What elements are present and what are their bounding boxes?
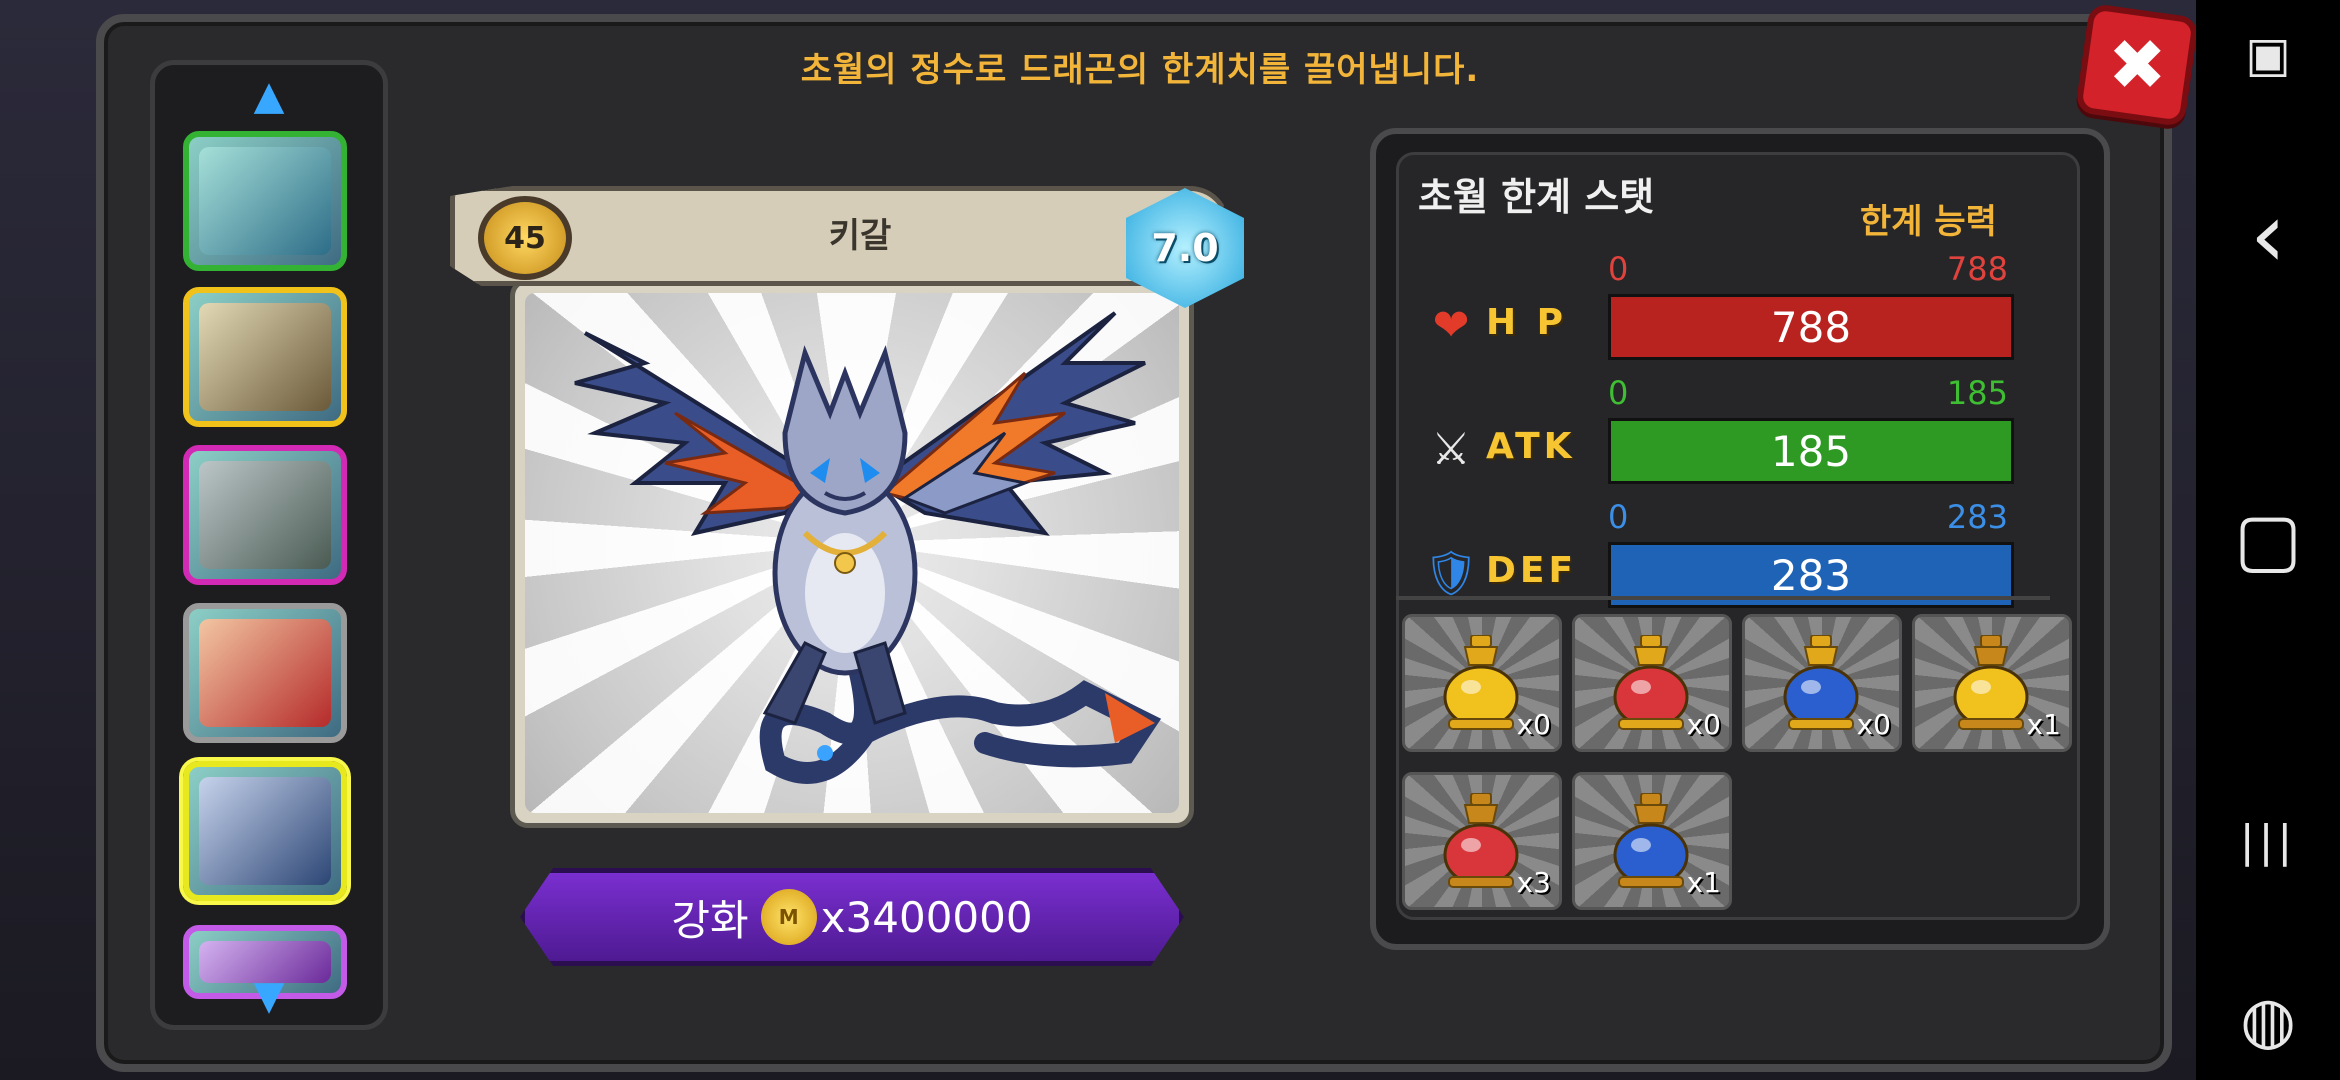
essence-item[interactable]: x1 [1572, 772, 1732, 910]
game-launcher-icon[interactable]: ◍ [2196, 976, 2340, 1066]
essence-item[interactable]: x0 [1742, 614, 1902, 752]
stat-value: 185 [1770, 426, 1852, 476]
upgrade-label: 강화 [671, 895, 749, 945]
back-icon[interactable]: ‹ [2196, 183, 2340, 288]
stats-subtitle: 한계 능력 [1860, 202, 1997, 242]
level-badge: 45 [478, 196, 572, 280]
item-count: x0 [1516, 708, 1551, 741]
dragon-list[interactable]: ▲ ▼ [150, 60, 388, 1030]
close-icon: ✖ [2107, 24, 2167, 106]
item-count: x1 [1686, 866, 1721, 899]
essence-item[interactable]: x1 [1912, 614, 2072, 752]
item-count: x3 [1516, 866, 1551, 899]
items-divider [1396, 596, 2050, 600]
potion-icon [1443, 635, 1519, 730]
stat-value: 283 [1770, 550, 1852, 600]
potion-icon [1443, 793, 1519, 888]
shield-icon: 🛡 [1423, 548, 1479, 599]
dragon-thumbnail[interactable] [183, 603, 347, 743]
item-count: x1 [2026, 708, 2061, 741]
stat-label: DEF [1486, 550, 1578, 591]
stat-label: ATK [1486, 426, 1576, 467]
item-count: x0 [1686, 708, 1721, 741]
stat-min: 0 [1608, 498, 1629, 536]
dragon-image [574, 311, 1162, 784]
dragon-thumbnail[interactable] [183, 131, 347, 271]
dragon-thumbnail[interactable] [183, 761, 347, 901]
dragon-name: 키갈 [828, 216, 892, 256]
dragon-card [510, 278, 1194, 828]
upgrade-button[interactable]: 강화 M x3400000 [520, 868, 1184, 966]
scroll-down-arrow-icon[interactable]: ▼ [241, 976, 297, 1016]
swords-icon: ⚔ [1431, 423, 1471, 475]
item-count: x0 [1856, 708, 1891, 741]
dragon-portrait [525, 293, 1179, 813]
potion-icon [1613, 635, 1689, 730]
potion-icon [1953, 635, 2029, 730]
screen-icon[interactable]: ▣ [2196, 10, 2340, 100]
dragon-thumbnail[interactable] [183, 287, 347, 427]
essence-item[interactable]: x0 [1402, 614, 1562, 752]
close-button[interactable]: ✖ [2074, 2, 2200, 128]
recents-icon[interactable]: ||| [2196, 796, 2340, 886]
dialog-heading: 초월의 정수로 드래곤의 한계치를 끌어냅니다. [800, 50, 1480, 90]
stat-min: 0 [1608, 250, 1629, 288]
stat-max: 283 [1946, 498, 2008, 536]
stat-value: 788 [1770, 302, 1852, 352]
upgrade-cost: x3400000 [820, 892, 1033, 942]
home-icon[interactable]: ▢ [2196, 494, 2340, 584]
dragon-thumbnail-art [199, 147, 331, 255]
dragon-thumbnail-art [199, 777, 331, 885]
essence-item[interactable]: x3 [1402, 772, 1562, 910]
scroll-up-arrow-icon[interactable]: ▲ [241, 76, 297, 116]
dragon-thumbnail[interactable] [183, 445, 347, 585]
dragon-thumbnail-art [199, 303, 331, 411]
stat-max: 788 [1946, 250, 2008, 288]
heart-icon: ❤ [1432, 299, 1470, 351]
stats-title: 초월 한계 스탯 [1418, 175, 1655, 219]
dragon-thumbnail-art [199, 461, 331, 569]
stat-bar: 788 [1608, 294, 2014, 360]
system-navbar: ▣ ‹ ▢ ||| ◍ [2196, 0, 2340, 1080]
potion-icon [1783, 635, 1859, 730]
stat-max: 185 [1946, 374, 2008, 412]
dragon-thumbnail-art [199, 619, 331, 727]
stat-label: H P [1486, 302, 1568, 343]
stat-bar: 185 [1608, 418, 2014, 484]
stat-min: 0 [1608, 374, 1629, 412]
coin-icon: M [760, 889, 817, 945]
potion-icon [1613, 793, 1689, 888]
essence-item[interactable]: x0 [1572, 614, 1732, 752]
